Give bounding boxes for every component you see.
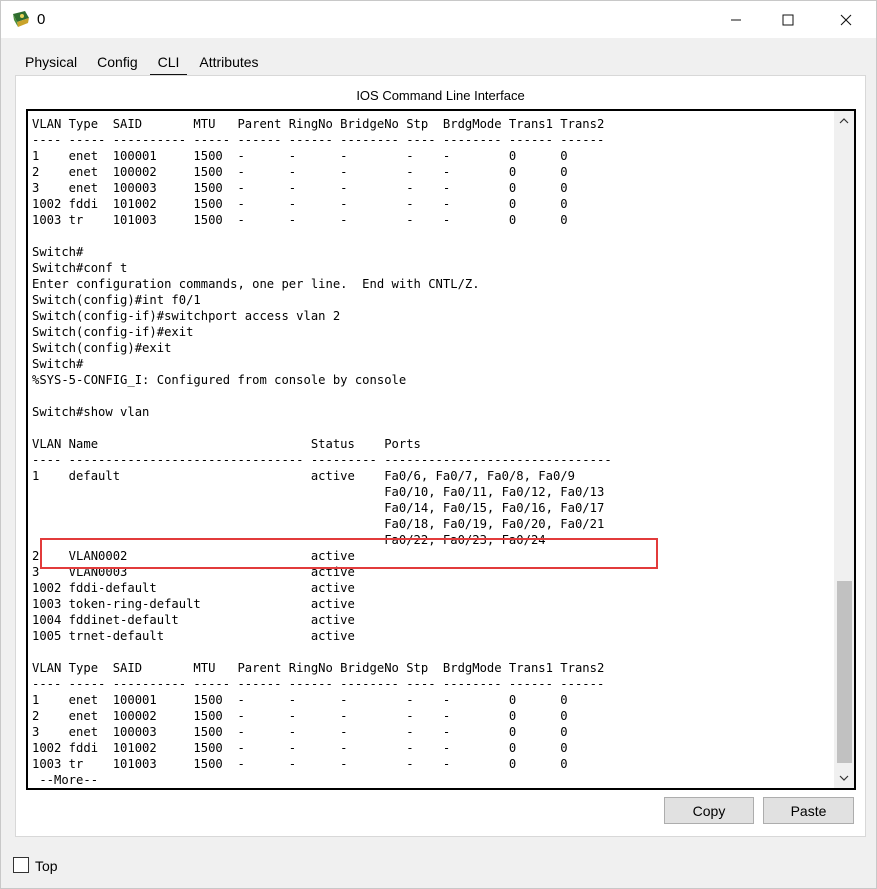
terminal-line: ---- -------------------------------- --…	[32, 453, 612, 467]
terminal-line: 1003 tr 101003 1500 - - - - - 0 0	[32, 213, 568, 227]
tab-cli[interactable]: CLI	[148, 50, 190, 76]
terminal-line: Switch(config)#int f0/1	[32, 293, 201, 307]
terminal-line: 1002 fddi-default active	[32, 581, 355, 595]
terminal-line: ---- ----- ---------- ----- ------ -----…	[32, 677, 605, 691]
scrollbar-thumb[interactable]	[837, 581, 852, 763]
tab-bar: Physical Config CLI Attributes	[15, 50, 269, 76]
terminal-line: Fa0/10, Fa0/11, Fa0/12, Fa0/13	[32, 485, 605, 499]
chevron-up-icon[interactable]	[834, 112, 854, 130]
close-icon[interactable]	[823, 1, 869, 39]
terminal-line: 1 default active Fa0/6, Fa0/7, Fa0/8, Fa…	[32, 469, 575, 483]
tab-config[interactable]: Config	[87, 50, 147, 74]
tab-physical[interactable]: Physical	[15, 50, 87, 74]
terminal-line: 1005 trnet-default active	[32, 629, 355, 643]
window-title: 0	[37, 11, 46, 28]
chevron-down-icon[interactable]	[834, 769, 854, 787]
window-client: Physical Config CLI Attributes IOS Comma…	[0, 38, 877, 889]
terminal-line: --More--	[32, 773, 99, 787]
terminal-line: 1 enet 100001 1500 - - - - - 0 0	[32, 693, 568, 707]
terminal-line: 2 enet 100002 1500 - - - - - 0 0	[32, 165, 568, 179]
maximize-icon[interactable]	[765, 1, 811, 39]
terminal-line: 3 enet 100003 1500 - - - - - 0 0	[32, 181, 568, 195]
terminal-line: 1003 tr 101003 1500 - - - - - 0 0	[32, 757, 568, 771]
terminal-output: VLAN Type SAID MTU Parent RingNo BridgeN…	[32, 116, 832, 788]
vlan0002-highlight-box	[40, 538, 658, 569]
terminal-line: VLAN Type SAID MTU Parent RingNo BridgeN…	[32, 117, 605, 131]
terminal-line: VLAN Type SAID MTU Parent RingNo BridgeN…	[32, 661, 605, 675]
tab-attributes[interactable]: Attributes	[189, 50, 268, 74]
terminal-line: 1002 fddi 101002 1500 - - - - - 0 0	[32, 197, 568, 211]
cli-terminal[interactable]: VLAN Type SAID MTU Parent RingNo BridgeN…	[26, 109, 856, 790]
terminal-line: Switch(config-if)#exit	[32, 325, 194, 339]
terminal-line: Switch#show vlan	[32, 405, 150, 419]
panel-title: IOS Command Line Interface	[356, 88, 525, 103]
terminal-line: 1004 fddinet-default active	[32, 613, 355, 627]
copy-button[interactable]: Copy	[664, 797, 754, 824]
terminal-line: %SYS-5-CONFIG_I: Configured from console…	[32, 373, 407, 387]
packet-tracer-switch-icon	[11, 10, 31, 30]
terminal-line: 2 enet 100002 1500 - - - - - 0 0	[32, 709, 568, 723]
terminal-line: Fa0/14, Fa0/15, Fa0/16, Fa0/17	[32, 501, 605, 515]
terminal-line: 1003 token-ring-default active	[32, 597, 355, 611]
top-checkbox-label: Top	[35, 858, 58, 874]
title-bar: 0	[0, 0, 877, 38]
top-checkbox[interactable]	[13, 857, 29, 873]
terminal-line: 3 enet 100003 1500 - - - - - 0 0	[32, 725, 568, 739]
terminal-line: Switch#conf t	[32, 261, 128, 275]
terminal-line: Switch#	[32, 357, 84, 371]
terminal-line: Switch(config)#exit	[32, 341, 172, 355]
terminal-line: Switch(config-if)#switchport access vlan…	[32, 309, 341, 323]
minimize-icon[interactable]	[713, 1, 759, 39]
terminal-line: 1 enet 100001 1500 - - - - - 0 0	[32, 149, 568, 163]
terminal-line: Enter configuration commands, one per li…	[32, 277, 480, 291]
paste-button[interactable]: Paste	[763, 797, 854, 824]
cli-panel: IOS Command Line Interface VLAN Type SAI…	[15, 75, 866, 837]
terminal-line: VLAN Name Status Ports	[32, 437, 421, 451]
terminal-line: 1002 fddi 101002 1500 - - - - - 0 0	[32, 741, 568, 755]
terminal-line: Switch#	[32, 245, 84, 259]
terminal-line: Fa0/18, Fa0/19, Fa0/20, Fa0/21	[32, 517, 605, 531]
terminal-line: ---- ----- ---------- ----- ------ -----…	[32, 133, 605, 147]
terminal-scrollbar[interactable]	[834, 111, 854, 788]
